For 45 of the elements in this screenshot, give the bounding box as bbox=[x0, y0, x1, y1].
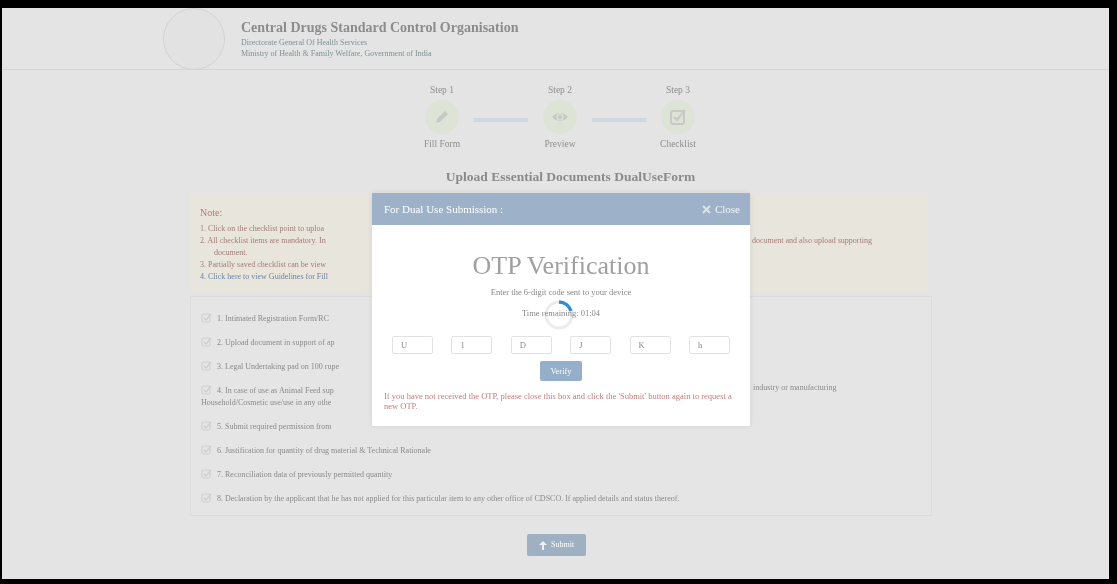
org-subtitle: Ministry of Health & Family Welfare, Government of India bbox=[241, 47, 433, 59]
arrow-icon bbox=[539, 540, 547, 550]
dialog-title: For Dual Use Submission : bbox=[384, 201, 504, 217]
otp-digit-field[interactable]: U bbox=[392, 335, 433, 354]
otp-digit-field[interactable]: D bbox=[510, 335, 552, 354]
checkbox-icon bbox=[669, 108, 687, 126]
note-text: 1. Click on the checklist point to uploa bbox=[200, 223, 325, 236]
checklist-item[interactable]: Household/Cosmetic use/use in any othe bbox=[201, 396, 375, 409]
otp-digit-field[interactable]: J bbox=[570, 335, 612, 354]
pencil-icon bbox=[433, 108, 451, 126]
step-number: Step 2 bbox=[547, 84, 573, 97]
close-button[interactable]: Close bbox=[701, 200, 740, 218]
step-label: Fill Form bbox=[422, 138, 462, 151]
checklist-item[interactable]: 2. Upload document in support of ap bbox=[217, 337, 335, 347]
step-label: Checklist bbox=[659, 138, 697, 151]
note-text: 2. All checklist items are mandatory. In bbox=[200, 235, 327, 248]
checklist-item[interactable]: 8. Declaration by the applicant that he has not applied for this particular item to any other office of CDSCO. If applied details and status thereof. bbox=[217, 493, 680, 503]
step-label: Preview bbox=[543, 138, 577, 151]
checklist-item[interactable]: 4. In case of use as Animal Feed sup bbox=[217, 385, 334, 395]
page-title: Upload Essential Documents DualUseForm bbox=[444, 168, 697, 186]
otp-digit-field[interactable]: K bbox=[629, 335, 671, 354]
submit-button[interactable]: Submit bbox=[527, 534, 587, 557]
checklist-item[interactable]: 6. Justification for quantity of drug material & Technical Rationale bbox=[217, 445, 431, 455]
checklist-item[interactable]: 1. Intimated Registration Form/RC bbox=[217, 313, 329, 323]
close-icon bbox=[701, 204, 711, 214]
step-number: Step 3 bbox=[665, 84, 691, 97]
otp-digit-field[interactable]: 1 bbox=[451, 335, 493, 354]
checklist-item[interactable]: industry or manufacturing bbox=[753, 381, 921, 397]
help-text: If you have not received the OTP, please close this box and click the 'Submit' button again to request a new OTP. bbox=[384, 391, 733, 412]
checklist-item[interactable]: 3. Legal Undertaking pad on 100 rupe bbox=[217, 361, 339, 371]
note-text: document and also upload supporting bbox=[752, 235, 873, 248]
otp-digit-field[interactable]: h bbox=[688, 335, 730, 354]
note-heading: Note: bbox=[200, 206, 223, 220]
checklist-item[interactable]: 5. Submit required permission from bbox=[217, 421, 332, 431]
instruction-text: Enter the 6-digit code sent to your device bbox=[489, 286, 633, 299]
dialog-heading: OTP Verification bbox=[471, 250, 651, 282]
verify-button[interactable]: Verify bbox=[540, 360, 582, 382]
checklist-item[interactable]: 7. Reconciliation data of previously permitted quantity bbox=[217, 469, 393, 479]
note-text: document. bbox=[213, 247, 249, 260]
guidelines-link[interactable]: 4. Click here to view Guidelines for Fill bbox=[200, 271, 374, 284]
org-title: Central Drugs Standard Control Organisation bbox=[241, 18, 519, 37]
step-number: Step 1 bbox=[429, 84, 455, 97]
note-text: 3. Partially saved checklist can be view bbox=[200, 259, 327, 272]
timer-text: Time remaining: 01:04 bbox=[520, 306, 602, 320]
org-subtitle: Directorate General Of Health Services bbox=[241, 36, 369, 48]
